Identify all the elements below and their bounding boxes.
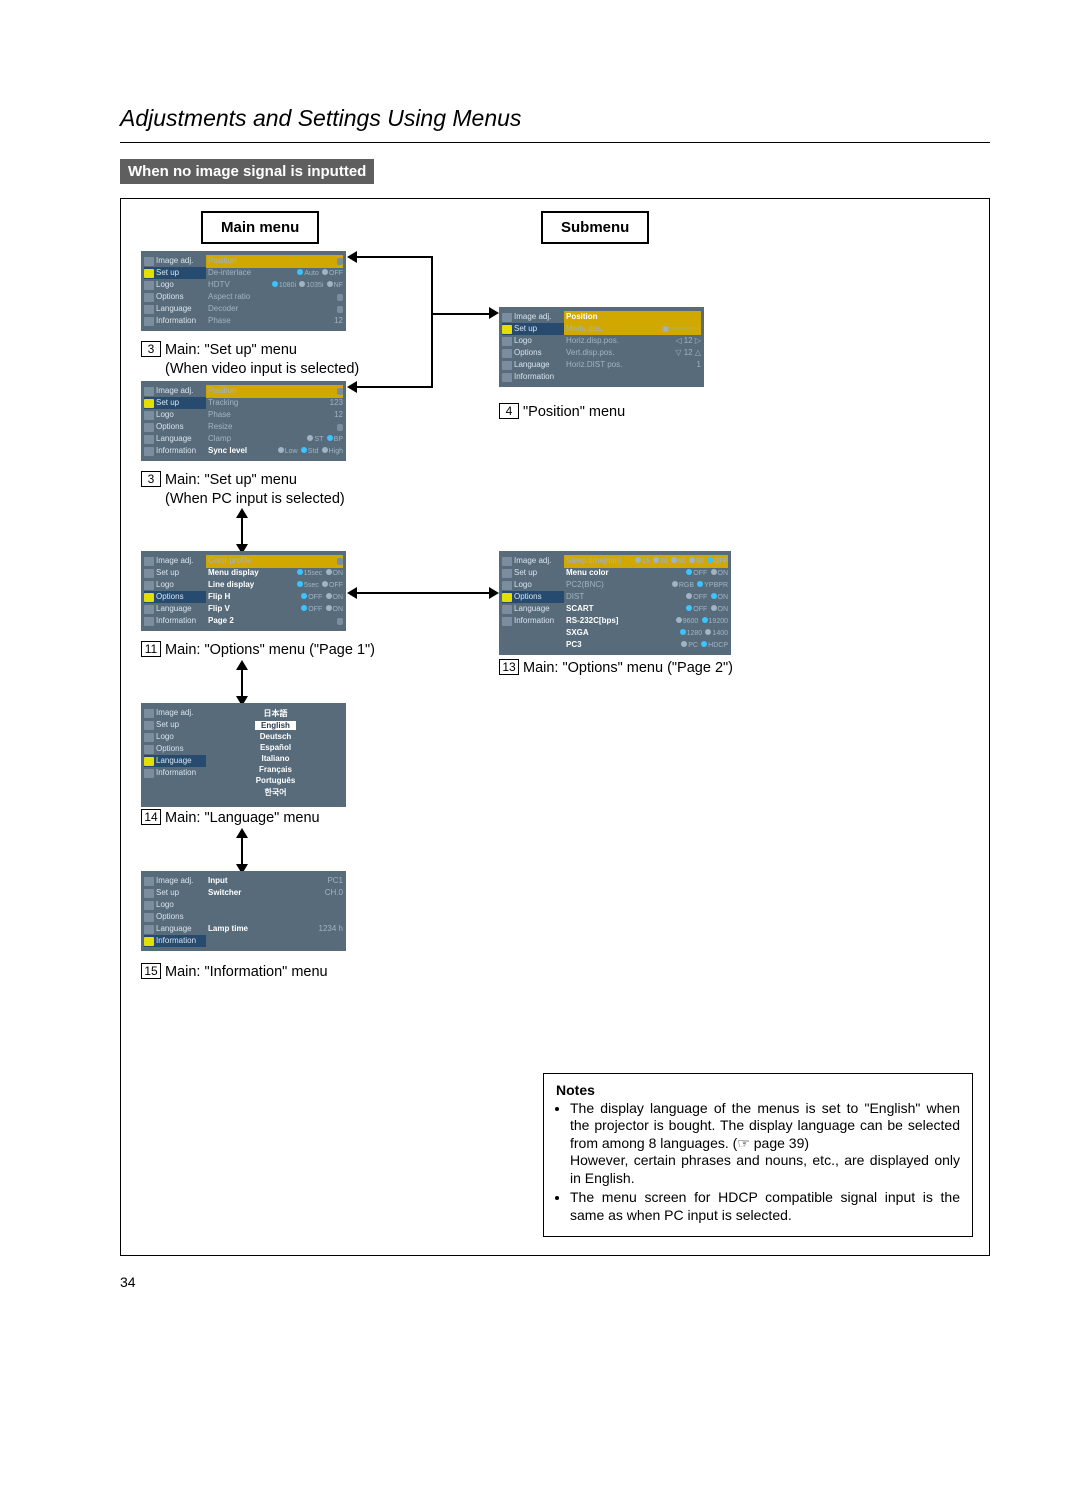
- caption-line-b: (When PC input is selected): [165, 491, 345, 507]
- caption-number: 14: [141, 809, 161, 825]
- arrow-line: [357, 592, 489, 594]
- state-banner: When no image signal is inputted: [120, 159, 374, 184]
- menu-options-page1: Image adj.Color profile Set upMenu displ…: [141, 551, 346, 631]
- caption-number: 3: [141, 471, 161, 487]
- column-header-main: Main menu: [201, 211, 319, 244]
- caption-setup-video: 3Main: "Set up" menu (When video input i…: [141, 341, 359, 379]
- divider: [120, 142, 990, 143]
- link-vertical-icon: [241, 837, 243, 865]
- column-header-sub: Submenu: [541, 211, 649, 244]
- caption-language: 14Main: "Language" menu: [141, 809, 320, 828]
- notes-heading: Notes: [556, 1082, 960, 1098]
- arrow-icon: [489, 307, 499, 319]
- caption-number: 15: [141, 963, 161, 979]
- arrow-line: [431, 256, 433, 313]
- diagram-box: Main menu Submenu Image adj.Position Set…: [120, 198, 990, 1256]
- caption-text: Main: "Language" menu: [165, 810, 320, 826]
- caption-number: 4: [499, 403, 519, 419]
- menu-position: Image adj.PositionSet upMenu pos.▣▫▫▫▫▫▫…: [499, 307, 704, 387]
- arrow-icon: [347, 587, 357, 599]
- caption-line-a: Main: "Set up" menu: [165, 342, 297, 358]
- arrow-icon: [347, 251, 357, 263]
- notes-list: The display language of the menus is set…: [556, 1100, 960, 1225]
- caption-line-a: Main: "Set up" menu: [165, 472, 297, 488]
- arrow-line: [357, 256, 433, 258]
- caption-text: "Position" menu: [523, 404, 625, 420]
- menu-setup-pc: Image adj.Position Set upTracking123Logo…: [141, 381, 346, 461]
- arrow-line: [431, 313, 433, 386]
- caption-text: Main: "Information" menu: [165, 964, 328, 980]
- arrow-line: [357, 386, 433, 388]
- menu-information: Image adj.InputPC1Set upSwitcherCH.0Logo…: [141, 871, 346, 951]
- arrow-line: [431, 313, 489, 315]
- notes-box: Notes The display language of the menus …: [543, 1073, 973, 1238]
- section-title: Adjustments and Settings Using Menus: [120, 105, 990, 132]
- menu-language: Image adj.Set upLogoOptionsLanguageInfor…: [141, 703, 346, 807]
- caption-options-p2: 13Main: "Options" menu ("Page 2"): [499, 659, 733, 678]
- caption-text: Main: "Options" menu ("Page 2"): [523, 660, 733, 676]
- link-vertical-icon: [241, 669, 243, 697]
- caption-line-b: (When video input is selected): [165, 361, 359, 377]
- caption-number: 3: [141, 341, 161, 357]
- caption-position: 4"Position" menu: [499, 403, 625, 422]
- link-vertical-icon: [241, 517, 243, 545]
- menu-options-page2: Image adj.Sleep time[min]15 30 60 90 OFF…: [499, 551, 731, 655]
- caption-number: 11: [141, 641, 161, 657]
- caption-setup-pc: 3Main: "Set up" menu (When PC input is s…: [141, 471, 345, 509]
- caption-number: 13: [499, 659, 519, 675]
- caption-information: 15Main: "Information" menu: [141, 963, 328, 982]
- caption-text: Main: "Options" menu ("Page 1"): [165, 642, 375, 658]
- page-number: 34: [120, 1274, 990, 1290]
- caption-options-p1: 11Main: "Options" menu ("Page 1"): [141, 641, 375, 660]
- arrow-icon: [489, 587, 499, 599]
- arrow-icon: [347, 381, 357, 393]
- menu-setup-video: Image adj.Position Set upDe-interlaceAut…: [141, 251, 346, 331]
